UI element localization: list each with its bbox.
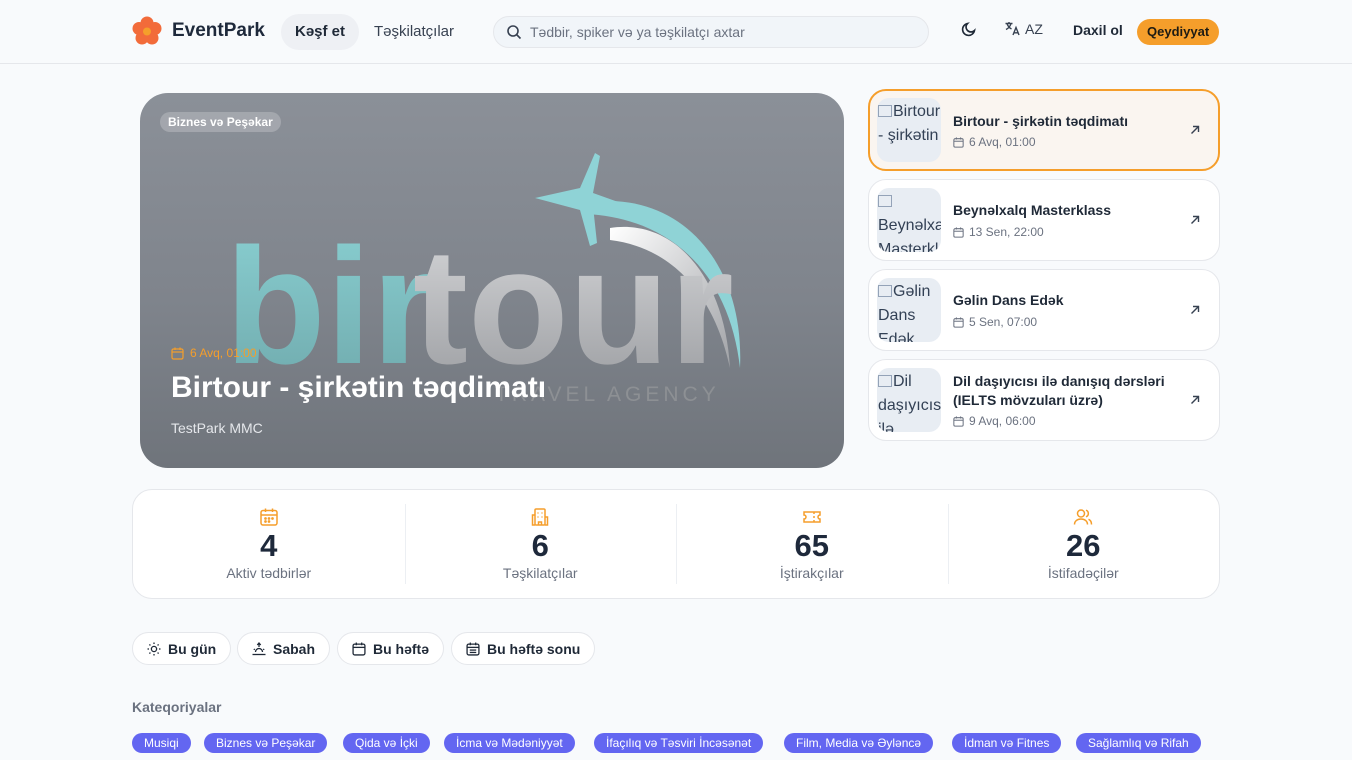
hero-date-text: 6 Avq, 01:00 xyxy=(190,346,257,360)
ticket-icon xyxy=(803,511,821,523)
event-date: 13 Sen, 22:00 xyxy=(953,225,1044,239)
hero-date: 6 Avq, 01:00 xyxy=(171,346,257,360)
search-input[interactable] xyxy=(530,24,910,40)
stats-panel: 4 Aktiv tədbirlər 6 Təşkilatçılar 65 İşt… xyxy=(132,489,1220,599)
category-chip[interactable]: Musiqi xyxy=(132,733,191,753)
filter-label: Bu həftə xyxy=(373,640,429,657)
category-chip[interactable]: Sağlamlıq və Rifah xyxy=(1076,733,1201,753)
filter-today-button[interactable]: Bu gün xyxy=(132,632,232,665)
stat-users: 26 İstifadəçilər xyxy=(947,490,1220,598)
calendar-icon xyxy=(260,508,278,526)
stat-value: 4 xyxy=(260,528,278,563)
search-bar[interactable] xyxy=(493,16,929,48)
upcoming-event-item[interactable]: Birtour - şirkətin Birtour - şirkətin tə… xyxy=(868,89,1220,171)
event-thumbnail: Dil daşıyıcısı ilə xyxy=(877,368,941,432)
calendar-days-icon xyxy=(466,642,480,656)
arrow-up-right-icon xyxy=(1191,215,1200,224)
upcoming-event-item[interactable]: Dil daşıyıcısı ilə Dil daşıyıcısı ilə da… xyxy=(868,359,1220,441)
stat-active-events: 4 Aktiv tədbirlər xyxy=(133,490,405,598)
login-link[interactable]: Daxil ol xyxy=(1066,22,1130,38)
users-icon xyxy=(1074,509,1093,525)
language-label: AZ xyxy=(1025,20,1043,37)
event-date: 6 Avq, 01:00 xyxy=(953,135,1036,149)
nav-explore[interactable]: Kəşf et xyxy=(281,14,360,50)
category-chip[interactable]: Qida və İçki xyxy=(343,733,430,753)
event-title: Birtour - şirkətin təqdimatı xyxy=(953,113,1129,129)
event-thumbnail: Gəlin Dans Edək xyxy=(877,278,941,342)
event-title: Gəlin Dans Edək xyxy=(953,292,1064,308)
calendar-icon xyxy=(953,316,964,328)
category-chip[interactable]: İdman və Fitnes xyxy=(952,733,1062,753)
theme-toggle-button[interactable] xyxy=(960,20,978,38)
calendar-icon xyxy=(171,347,184,360)
stat-label: Aktiv tədbirlər xyxy=(226,565,312,581)
moon-icon xyxy=(961,22,976,37)
hero-organizer: TestPark MMC xyxy=(171,420,263,436)
stat-label: Təşkilatçılar xyxy=(502,565,578,581)
stat-value: 65 xyxy=(794,528,829,563)
building-icon xyxy=(532,508,549,526)
brand-logo[interactable]: EventPark xyxy=(132,16,265,46)
arrow-up-right-icon xyxy=(1191,305,1200,314)
stat-value: 26 xyxy=(1066,528,1101,563)
category-chip[interactable]: Biznes və Peşəkar xyxy=(204,733,328,753)
filter-weekend-button[interactable]: Bu həftə sonu xyxy=(451,632,596,665)
featured-event-card[interactable]: Biznes və Peşəkar bir tour TRAVEL AGENCY xyxy=(140,93,844,468)
category-chip[interactable]: İcma və Mədəniyyət xyxy=(444,733,575,753)
upcoming-event-item[interactable]: Beynəlxalq Masterklass Beynəlxalq Master… xyxy=(868,179,1220,261)
hero-title: Birtour - şirkətin təqdimatı xyxy=(171,371,547,404)
stat-organizers: 6 Təşkilatçılar xyxy=(404,490,677,598)
event-title: Beynəlxalq Masterklass xyxy=(953,202,1111,218)
calendar-icon xyxy=(953,415,964,427)
sunrise-icon xyxy=(252,641,266,655)
categories-heading: Kateqoriyalar xyxy=(132,699,222,715)
arrow-up-right-icon xyxy=(1191,395,1200,404)
calendar-icon xyxy=(352,642,366,656)
event-thumbnail: Birtour - şirkətin xyxy=(877,98,941,162)
top-header: EventPark Kəşf et Təşkilatçılar AZ Daxil… xyxy=(0,0,1352,64)
stat-value: 6 xyxy=(531,528,549,563)
calendar-icon xyxy=(953,226,964,238)
sun-icon xyxy=(147,642,161,655)
register-button[interactable]: Qeydiyyat xyxy=(1137,19,1220,45)
stat-participants: 65 İştirakçılar xyxy=(676,490,948,598)
translate-icon xyxy=(1005,22,1020,36)
filter-label: Sabah xyxy=(273,640,316,657)
flower-logo-icon xyxy=(132,16,162,45)
calendar-icon xyxy=(953,136,964,148)
arrow-up-right-icon xyxy=(1191,125,1200,134)
brand-name: EventPark xyxy=(172,20,265,41)
search-icon xyxy=(507,25,522,40)
category-chip[interactable]: İfaçılıq və Təsviri İncəsənət xyxy=(594,733,764,753)
nav-organizers[interactable]: Təşkilatçılar xyxy=(360,14,468,50)
hero-category-badge: Biznes və Peşəkar xyxy=(160,112,281,132)
event-date: 9 Avq, 06:00 xyxy=(953,414,1036,428)
birtour-logo-image: bir tour TRAVEL AGENCY xyxy=(225,153,741,406)
filter-label: Bu həftə sonu xyxy=(487,640,581,657)
event-date: 5 Sen, 07:00 xyxy=(953,315,1037,329)
event-thumbnail: Beynəlxalq Masterklass xyxy=(877,188,941,252)
stat-label: İştirakçılar xyxy=(779,565,844,581)
filter-tomorrow-button[interactable]: Sabah xyxy=(237,632,331,665)
filter-label: Bu gün xyxy=(168,640,217,657)
upcoming-event-item[interactable]: Gəlin Dans Edək Gəlin Dans Edək 5 Sen, 0… xyxy=(868,269,1220,351)
filter-this-week-button[interactable]: Bu həftə xyxy=(337,632,444,665)
event-title: Dil daşıyıcısı ilə danışıq dərsləri (IEL… xyxy=(953,373,1165,408)
category-chip[interactable]: Film, Media və Əyləncə xyxy=(784,733,934,753)
stat-label: İstifadəçilər xyxy=(1047,565,1119,581)
language-button[interactable]: AZ xyxy=(1004,20,1043,37)
